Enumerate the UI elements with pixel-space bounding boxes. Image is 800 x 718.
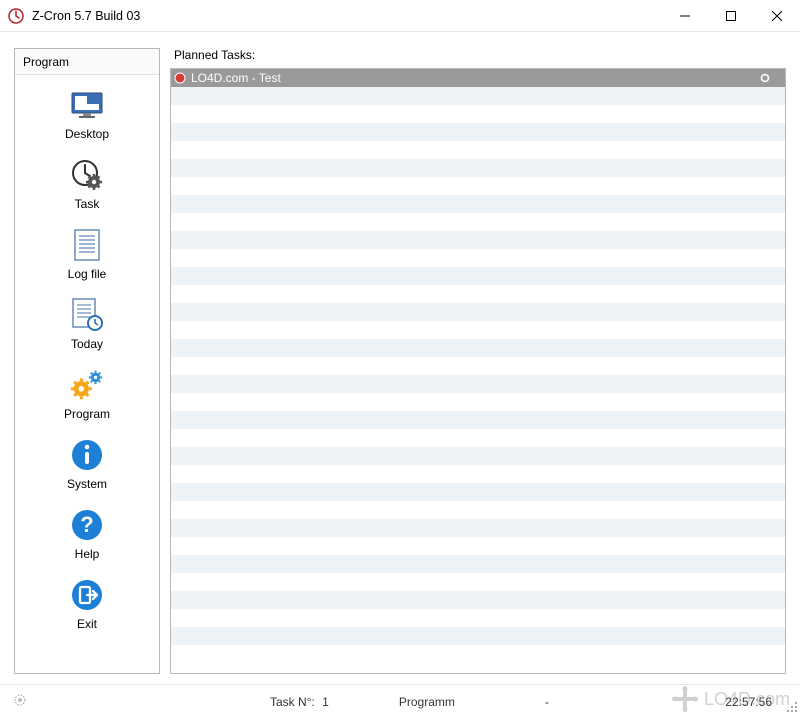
task-row[interactable] xyxy=(171,87,785,105)
sidebar-item-system[interactable]: System xyxy=(15,437,159,491)
task-row[interactable] xyxy=(171,285,785,303)
task-row[interactable] xyxy=(171,141,785,159)
task-row[interactable] xyxy=(171,447,785,465)
sidebar-item-label: System xyxy=(67,477,107,491)
task-row[interactable] xyxy=(171,627,785,645)
sidebar-item-desktop[interactable]: Desktop xyxy=(15,87,159,141)
task-row[interactable] xyxy=(171,483,785,501)
task-row[interactable] xyxy=(171,123,785,141)
task-status-marker-icon xyxy=(745,73,785,83)
exit-icon xyxy=(69,577,105,613)
status-task-no-value: 1 xyxy=(322,695,329,709)
sidebar-item-label: Desktop xyxy=(65,127,109,141)
task-row[interactable] xyxy=(171,465,785,483)
sidebar-item-help[interactable]: ? Help xyxy=(15,507,159,561)
task-status-icon xyxy=(171,72,189,84)
task-row[interactable] xyxy=(171,609,785,627)
svg-text:?: ? xyxy=(80,512,93,537)
resize-grip-icon[interactable] xyxy=(786,701,798,716)
task-row[interactable] xyxy=(171,231,785,249)
client-area: Program Desktop xyxy=(0,32,800,684)
sidebar: Program Desktop xyxy=(14,48,160,674)
minimize-button[interactable] xyxy=(662,0,708,32)
status-program-value: - xyxy=(535,695,559,709)
app-icon xyxy=(8,8,24,24)
sidebar-header: Program xyxy=(15,49,159,75)
task-row[interactable] xyxy=(171,555,785,573)
status-task-no: Task N°: 1 xyxy=(260,695,339,709)
task-row[interactable] xyxy=(171,321,785,339)
statusbar: Task N°: 1 Programm - 22:57:56 xyxy=(0,684,800,718)
sidebar-item-label: Program xyxy=(64,407,110,421)
task-row[interactable] xyxy=(171,177,785,195)
maximize-button[interactable] xyxy=(708,0,754,32)
sidebar-item-label: Today xyxy=(71,337,103,351)
logfile-icon xyxy=(69,227,105,263)
sidebar-item-logfile[interactable]: Log file xyxy=(15,227,159,281)
status-task-no-label: Task N°: xyxy=(270,695,315,709)
close-button[interactable] xyxy=(754,0,800,32)
help-icon: ? xyxy=(69,507,105,543)
sidebar-item-program[interactable]: Program xyxy=(15,367,159,421)
sidebar-item-task[interactable]: Task xyxy=(15,157,159,211)
sidebar-item-label: Help xyxy=(75,547,100,561)
task-row[interactable] xyxy=(171,357,785,375)
status-program-label: Programm xyxy=(389,695,465,709)
task-row[interactable] xyxy=(171,429,785,447)
task-row[interactable] xyxy=(171,375,785,393)
titlebar: Z-Cron 5.7 Build 03 xyxy=(0,0,800,32)
task-row[interactable] xyxy=(171,339,785,357)
task-row[interactable] xyxy=(171,249,785,267)
task-row[interactable] xyxy=(171,591,785,609)
clock-gear-icon xyxy=(69,157,105,193)
task-row[interactable] xyxy=(171,303,785,321)
task-row[interactable] xyxy=(171,267,785,285)
task-row[interactable]: LO4D.com - Test xyxy=(171,69,785,87)
window-title: Z-Cron 5.7 Build 03 xyxy=(32,9,662,23)
sidebar-item-label: Exit xyxy=(77,617,97,631)
planned-tasks-label: Planned Tasks: xyxy=(170,48,786,68)
task-row[interactable] xyxy=(171,393,785,411)
task-row[interactable] xyxy=(171,105,785,123)
info-icon xyxy=(69,437,105,473)
sidebar-item-today[interactable]: Today xyxy=(15,297,159,351)
status-indicator-icon xyxy=(13,693,27,710)
today-icon xyxy=(69,297,105,333)
sidebar-item-label: Log file xyxy=(68,267,107,281)
sidebar-item-exit[interactable]: Exit xyxy=(15,577,159,631)
task-name: LO4D.com - Test xyxy=(189,71,745,85)
main-panel: Planned Tasks: LO4D.com - Test xyxy=(170,48,786,674)
task-list[interactable]: LO4D.com - Test xyxy=(170,68,786,674)
sidebar-items: Desktop xyxy=(15,75,159,673)
sidebar-item-label: Task xyxy=(75,197,100,211)
task-row[interactable] xyxy=(171,195,785,213)
task-row[interactable] xyxy=(171,213,785,231)
task-row[interactable] xyxy=(171,159,785,177)
gears-icon xyxy=(69,367,105,403)
task-row[interactable] xyxy=(171,519,785,537)
task-row[interactable] xyxy=(171,645,785,663)
task-row[interactable] xyxy=(171,411,785,429)
task-row[interactable] xyxy=(171,573,785,591)
desktop-icon xyxy=(69,87,105,123)
task-row[interactable] xyxy=(171,501,785,519)
task-row[interactable] xyxy=(171,537,785,555)
